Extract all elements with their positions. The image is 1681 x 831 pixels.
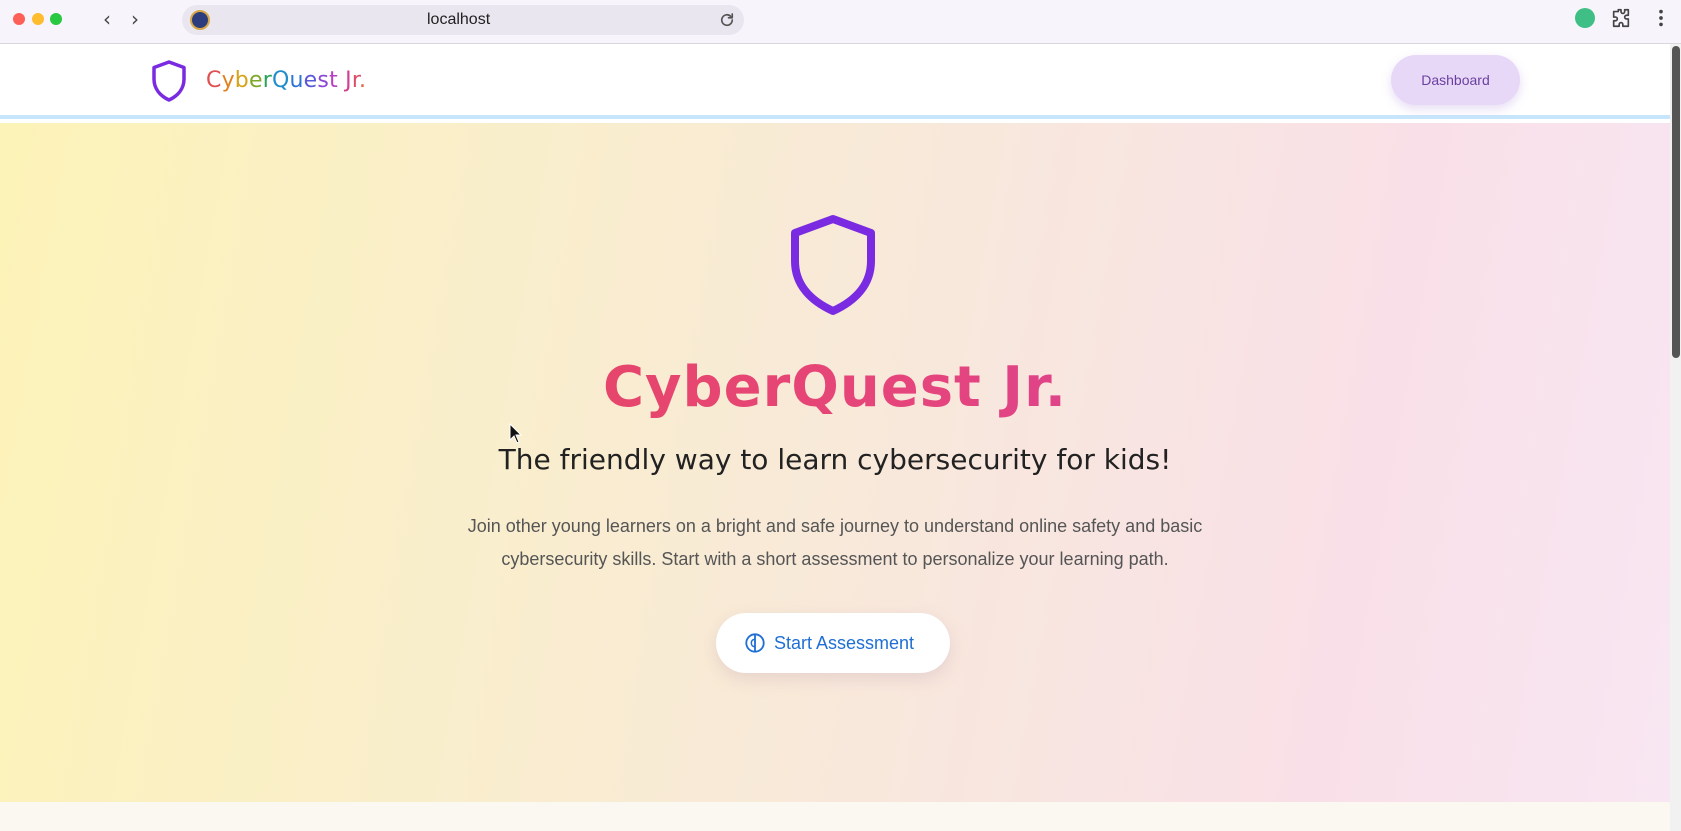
dashboard-button[interactable]: Dashboard [1391, 55, 1520, 105]
logo-letter: u [289, 68, 304, 93]
forward-button[interactable]: › [124, 8, 146, 30]
minimize-window-button[interactable] [32, 13, 44, 25]
logo-letter: b [234, 68, 249, 93]
logo-shield-icon [152, 60, 186, 102]
brain-icon [745, 633, 765, 653]
logo-letter: r [262, 68, 272, 93]
start-assessment-label: Start Assessment [774, 633, 915, 653]
logo-letter: e [303, 68, 318, 93]
address-bar[interactable]: localhost [182, 5, 744, 35]
logo-letter: t [329, 68, 338, 93]
url-text: localhost [427, 11, 491, 28]
browser-toolbar: ‹ › localhost [0, 0, 1681, 44]
logo-letter: y [221, 68, 235, 93]
extensions-puzzle-icon[interactable] [1610, 7, 1632, 29]
back-button[interactable]: ‹ [96, 8, 118, 30]
logo-letter: J [345, 68, 352, 93]
close-window-button[interactable] [13, 13, 25, 25]
logo-letter: r [351, 68, 360, 93]
hero-section: CyberQuest Jr. The friendly way to learn… [0, 123, 1670, 802]
hero-description: Join other young learners on a bright an… [467, 516, 1203, 569]
hero-title: CyberQuest Jr. [0, 355, 1670, 420]
start-assessment-button[interactable]: Start Assessment [716, 613, 950, 673]
site-header: CyberQuest Jr. Dashboard [0, 44, 1670, 119]
browser-menu-icon[interactable] [1650, 7, 1672, 29]
hero-subtitle: The friendly way to learn cybersecurity … [498, 443, 1172, 476]
logo-letter: s [317, 68, 330, 93]
logo-letter: . [359, 68, 367, 93]
page-scrollbar[interactable] [1670, 44, 1681, 831]
profile-avatar-icon[interactable] [1575, 8, 1595, 28]
next-section-strip [0, 802, 1670, 831]
logo-letter: Q [271, 68, 290, 93]
mouse-cursor-icon [509, 423, 523, 444]
logo-letter: C [206, 68, 222, 93]
logo-letter: e [248, 68, 263, 93]
logo-wordmark[interactable]: CyberQuest Jr. [206, 64, 366, 98]
hero-shield-icon [791, 215, 875, 315]
reload-icon[interactable] [718, 11, 736, 29]
scrollbar-thumb[interactable] [1672, 46, 1680, 358]
maximize-window-button[interactable] [50, 13, 62, 25]
